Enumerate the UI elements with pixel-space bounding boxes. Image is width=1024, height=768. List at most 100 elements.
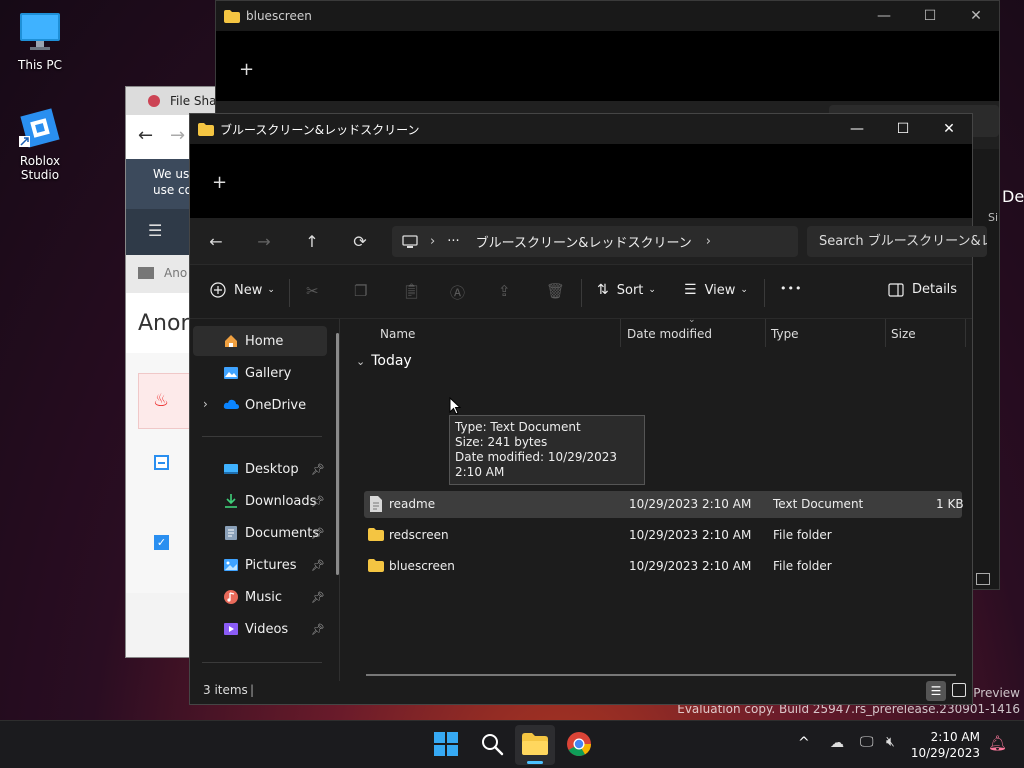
search-icon[interactable] <box>479 731 505 757</box>
group-header-today[interactable]: ⌄ Today <box>356 353 412 369</box>
maximize-button[interactable]: ☐ <box>907 1 953 31</box>
nav-item-label: Desktop <box>245 461 299 477</box>
desktop-icon-roblox-studio[interactable]: Roblox Studio <box>0 106 80 182</box>
explorer-window-main[interactable]: ブルースクリーン&レッドスクリーン — ☐ ✕ + ← → ↑ ⟳ › ··· … <box>189 113 987 705</box>
computer-icon <box>402 234 418 248</box>
folder-icon <box>198 122 214 136</box>
address-bar[interactable]: › ··· ブルースクリーン&レッドスクリーン › <box>392 226 798 257</box>
window-title: bluescreen <box>246 9 312 23</box>
column-header-name[interactable]: Name <box>380 327 415 341</box>
nav-item-home[interactable]: Home <box>193 326 327 356</box>
new-button[interactable]: New ⌄ <box>210 282 275 298</box>
pin-icon[interactable]: 📌︎ <box>311 623 325 636</box>
pin-icon[interactable]: 📌︎ <box>311 591 325 604</box>
nav-item-gallery[interactable]: Gallery <box>193 358 327 388</box>
breadcrumb-current-folder[interactable]: ブルースクリーン&レッドスクリーン <box>476 232 692 251</box>
nav-item-pictures[interactable]: Pictures 📌︎ <box>193 550 327 580</box>
nav-item-desktop[interactable]: Desktop 📌︎ <box>193 454 327 484</box>
table-row[interactable]: bluescreen 10/29/2023 2:10 AM File folde… <box>364 553 962 580</box>
delete-icon[interactable]: 🗑︎ <box>546 282 565 300</box>
breadcrumb-chevron[interactable]: › <box>706 234 711 249</box>
horizontal-scrollbar[interactable] <box>366 674 956 676</box>
start-windows-icon[interactable] <box>433 731 459 757</box>
network-icon[interactable]: 🖵︎ <box>860 734 874 750</box>
notification-bell-icon[interactable]: 🔔︎ <box>988 734 1007 752</box>
new-tab-button[interactable]: + <box>239 59 254 80</box>
share-icon[interactable]: ⇪ <box>498 282 511 300</box>
up-arrow-icon[interactable]: ↑ <box>288 232 336 251</box>
nav-item-videos[interactable]: Videos 📌︎ <box>193 614 327 644</box>
mouse-cursor-icon <box>449 397 461 415</box>
sort-button[interactable]: ⇅ Sort ⌄ <box>597 282 656 298</box>
group-label: Today <box>371 353 412 369</box>
close-button[interactable]: ✕ <box>953 1 999 31</box>
pin-icon[interactable]: 📌︎ <box>311 463 325 476</box>
window-controls: — ☐ ✕ <box>861 1 999 31</box>
rename-icon[interactable]: Ⓐ <box>450 282 465 303</box>
nav-item-onedrive[interactable]: › OneDrive <box>193 390 327 420</box>
cut-icon[interactable]: ✂ <box>306 282 319 300</box>
tray-chevron-up-icon[interactable]: ^ <box>798 735 810 751</box>
desktop-icon-this-pc[interactable]: This PC <box>0 10 80 72</box>
chrome-icon[interactable] <box>566 731 592 757</box>
tab-strip: + <box>216 31 999 101</box>
hamburger-menu-icon[interactable]: ☰ <box>148 221 162 240</box>
column-divider[interactable] <box>965 319 966 347</box>
column-divider[interactable] <box>885 319 886 347</box>
table-row[interactable]: readme 10/29/2023 2:10 AM Text Document … <box>364 491 964 518</box>
browser-tab-title[interactable]: File Shar <box>170 94 221 108</box>
onedrive-tray-icon[interactable]: ☁ <box>830 735 844 751</box>
column-header-size[interactable]: Size <box>891 327 916 341</box>
details-view-icon[interactable]: ☰ <box>926 681 946 701</box>
command-bar: New ⌄ ✂ ❐ 📋︎ Ⓐ ⇪ 🗑︎ ⇅ Sort ⌄ ☰ View ⌄ ••… <box>190 264 972 319</box>
table-row[interactable]: redscreen 10/29/2023 2:10 AM File folder <box>364 522 962 549</box>
minimize-button[interactable]: — <box>861 1 907 31</box>
nav-item-documents[interactable]: Documents 📌︎ <box>193 518 327 548</box>
pin-icon[interactable]: 📌︎ <box>311 495 325 508</box>
forward-arrow-icon[interactable]: → <box>170 125 185 146</box>
preview-pane-icon[interactable] <box>976 573 990 585</box>
new-tab-button[interactable]: + <box>212 172 227 193</box>
nav-item-label: Home <box>245 333 284 349</box>
toolbar-divider <box>764 279 765 307</box>
desktop-icon-label: Roblox Studio <box>19 154 61 182</box>
back-arrow-icon[interactable]: ← <box>192 232 240 251</box>
chevron-right-icon[interactable]: › <box>203 397 208 411</box>
pin-icon[interactable]: 📌︎ <box>311 559 325 572</box>
clock[interactable]: 2:10 AM 10/29/2023 <box>911 729 980 761</box>
maximize-button[interactable]: ☐ <box>880 114 926 144</box>
nav-item-label: Videos <box>245 621 289 637</box>
column-divider[interactable] <box>620 319 621 347</box>
copy-icon[interactable]: ❐ <box>354 282 367 300</box>
forward-arrow-icon[interactable]: → <box>240 232 288 251</box>
column-header-date-modified[interactable]: Date modified <box>627 327 712 341</box>
nav-item-downloads[interactable]: Downloads 📌︎ <box>193 486 327 516</box>
column-header-type[interactable]: Type <box>771 327 799 341</box>
minimize-button[interactable]: — <box>834 114 880 144</box>
search-input[interactable]: Search ブルースクリーン&レッドスクリーン <box>807 226 987 257</box>
column-divider[interactable] <box>765 319 766 347</box>
taskbar-item-file-explorer[interactable] <box>515 725 555 765</box>
file-type: Text Document <box>773 497 864 511</box>
paste-icon[interactable]: 📋︎ <box>402 282 421 300</box>
more-options-button[interactable]: ••• <box>780 282 802 295</box>
back-arrow-icon[interactable]: ← <box>138 125 153 146</box>
pin-icon[interactable]: 📌︎ <box>311 527 325 540</box>
document-icon <box>223 525 239 541</box>
view-button[interactable]: ☰ View ⌄ <box>684 282 748 298</box>
close-button[interactable]: ✕ <box>926 114 972 144</box>
checkbox-checked[interactable]: ✓ <box>154 535 169 550</box>
nav-item-label: Music <box>245 589 282 605</box>
window-title: ブルースクリーン&レッドスクリーン <box>220 122 420 137</box>
nav-item-music[interactable]: Music 📌︎ <box>193 582 327 612</box>
volume-muted-icon[interactable]: 🔇︎ <box>886 734 895 750</box>
details-button[interactable]: Details <box>888 282 957 297</box>
tiles-view-icon[interactable] <box>952 683 966 697</box>
new-label: New <box>234 282 263 298</box>
breadcrumb-ellipsis[interactable]: ··· <box>447 234 459 249</box>
nav-scrollbar[interactable] <box>336 333 339 575</box>
checkbox-partial[interactable] <box>154 455 169 470</box>
refresh-icon[interactable]: ⟳ <box>336 232 384 251</box>
roblox-studio-icon <box>18 106 62 150</box>
status-divider: | <box>250 683 255 697</box>
